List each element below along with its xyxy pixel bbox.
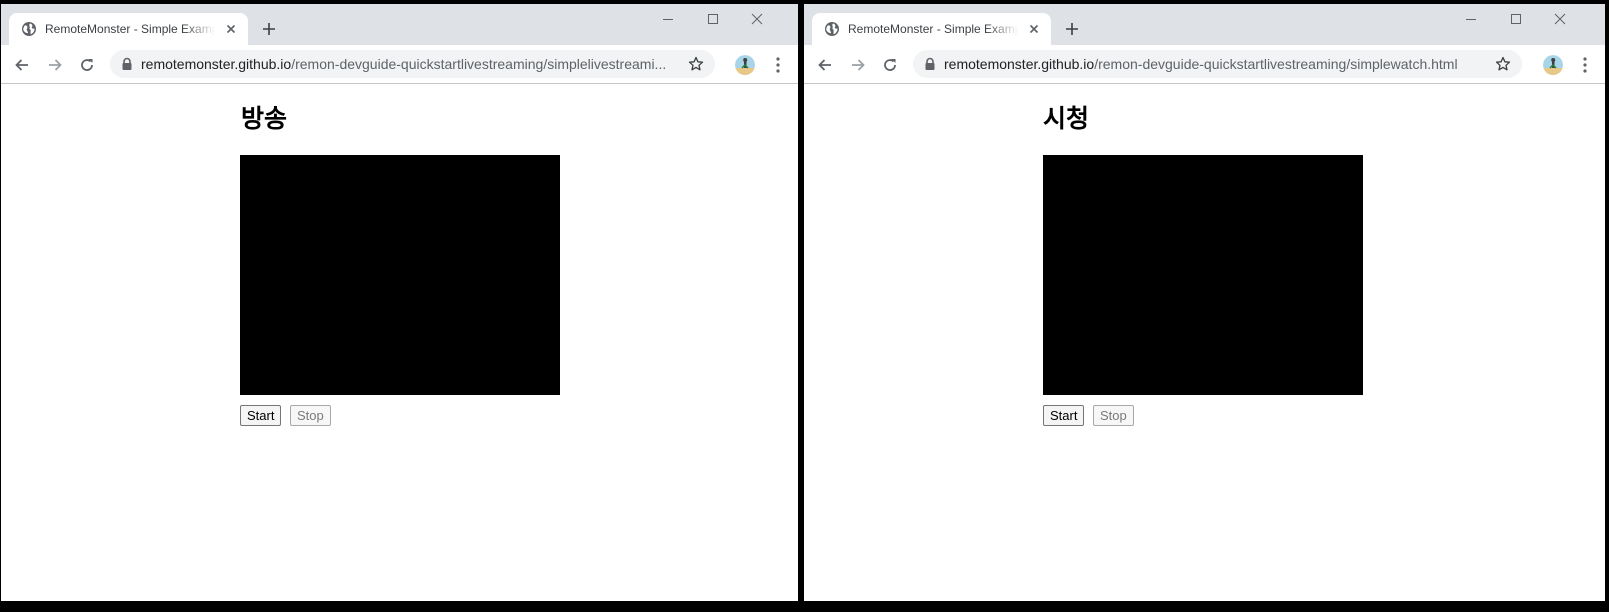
title-bar: RemoteMonster - Simple Example xyxy=(804,4,1605,45)
title-bar: RemoteMonster - Simple Example xyxy=(1,4,798,45)
globe-icon xyxy=(22,22,36,36)
avatar-image xyxy=(1543,55,1563,75)
avatar-image xyxy=(735,55,755,75)
browser-tab[interactable]: RemoteMonster - Simple Example xyxy=(812,13,1051,45)
lock-icon xyxy=(122,57,132,70)
page-title: 방송 xyxy=(241,104,288,133)
url-path: /remon-devguide-quickstartlivestreaming/… xyxy=(1094,56,1458,72)
tab-title: RemoteMonster - Simple Example xyxy=(848,22,1018,36)
tab-title: RemoteMonster - Simple Example xyxy=(45,22,215,36)
globe-icon xyxy=(825,22,839,36)
address-bar[interactable]: remotemonster.github.io/remon-devguide-q… xyxy=(110,50,715,78)
browser-toolbar: remotemonster.github.io/remon-devguide-q… xyxy=(804,45,1605,84)
lock-icon xyxy=(925,57,935,70)
star-icon[interactable] xyxy=(688,56,704,72)
page-content: 방송 Start Stop xyxy=(1,84,798,601)
reload-icon[interactable] xyxy=(881,56,899,74)
minimize-icon[interactable] xyxy=(661,12,675,26)
arrow-left-icon[interactable] xyxy=(816,56,834,74)
close-icon[interactable] xyxy=(1553,12,1567,26)
profile-avatar[interactable] xyxy=(735,55,755,75)
reload-icon[interactable] xyxy=(78,56,96,74)
page-title: 시청 xyxy=(1043,104,1090,133)
minimize-icon[interactable] xyxy=(1464,12,1478,26)
start-button[interactable]: Start xyxy=(240,405,282,426)
browser-tab[interactable]: RemoteMonster - Simple Example xyxy=(9,13,248,45)
kebab-menu-icon[interactable] xyxy=(1583,57,1587,73)
close-icon[interactable] xyxy=(750,12,764,26)
plus-icon[interactable] xyxy=(261,21,277,37)
browser-window-broadcast: RemoteMonster - Simple Example remotemon… xyxy=(1,4,798,601)
star-icon[interactable] xyxy=(1495,56,1511,72)
arrow-right-icon[interactable] xyxy=(46,56,64,74)
page-content: 시청 Start Stop xyxy=(804,84,1605,601)
close-icon[interactable] xyxy=(1026,21,1042,37)
maximize-icon[interactable] xyxy=(1509,12,1523,26)
start-button[interactable]: Start xyxy=(1043,405,1085,426)
maximize-icon[interactable] xyxy=(706,12,720,26)
kebab-menu-icon[interactable] xyxy=(776,57,780,73)
video-player xyxy=(240,155,560,395)
url-path: /remon-devguide-quickstartlivestreaming/… xyxy=(291,56,667,72)
url-host: remotemonster.github.io xyxy=(141,56,292,72)
stop-button[interactable]: Stop xyxy=(290,405,331,426)
browser-window-watch: RemoteMonster - Simple Example remotemon… xyxy=(804,4,1605,601)
stop-button[interactable]: Stop xyxy=(1093,405,1134,426)
url-text: remotemonster.github.io/remon-devguide-q… xyxy=(141,56,681,72)
plus-icon[interactable] xyxy=(1064,21,1080,37)
url-host: remotemonster.github.io xyxy=(944,56,1095,72)
video-player xyxy=(1043,155,1363,395)
profile-avatar[interactable] xyxy=(1543,55,1563,75)
close-icon[interactable] xyxy=(223,21,239,37)
arrow-right-icon[interactable] xyxy=(849,56,867,74)
address-bar[interactable]: remotemonster.github.io/remon-devguide-q… xyxy=(913,50,1522,78)
arrow-left-icon[interactable] xyxy=(13,56,31,74)
browser-toolbar: remotemonster.github.io/remon-devguide-q… xyxy=(1,45,798,84)
url-text: remotemonster.github.io/remon-devguide-q… xyxy=(944,56,1489,72)
